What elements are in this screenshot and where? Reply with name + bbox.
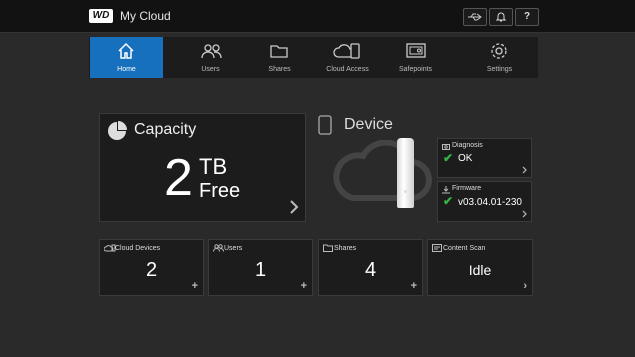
shares-tile[interactable]: Shares 4 + — [318, 239, 423, 296]
device-led — [404, 190, 407, 193]
nav-shares[interactable]: Shares — [243, 37, 316, 78]
content-scan-tile[interactable]: Content Scan Idle › — [427, 239, 533, 296]
check-icon: ✔ — [443, 151, 454, 165]
top-bar: WD My Cloud ? — [0, 0, 635, 33]
pie-chart-icon — [108, 121, 127, 140]
add-cloud-device-button[interactable]: + — [192, 280, 198, 292]
users-title: Users — [224, 245, 243, 252]
device-title: Device — [344, 116, 393, 133]
wd-logo: WD — [89, 9, 113, 23]
capacity-unit: TB — [199, 154, 228, 179]
firmware-title: Firmware — [452, 185, 482, 192]
capacity-status: Free — [199, 180, 241, 202]
add-user-button[interactable]: + — [301, 280, 307, 292]
nav-home[interactable]: Home — [90, 37, 163, 78]
users-icon — [213, 244, 224, 252]
content-scan-chevron[interactable]: › — [523, 280, 527, 292]
folder-icon — [323, 244, 333, 252]
nav-users-label: Users — [201, 66, 220, 73]
cloud-devices-count: 2 — [145, 259, 158, 281]
cloud-device-icon — [333, 43, 360, 59]
capacity-title: Capacity — [134, 121, 197, 138]
cloud-devices-title: Cloud Devices — [115, 245, 161, 252]
capacity-value: 2 — [164, 149, 193, 207]
cloud-devices-tile[interactable]: Cloud Devices 2 + — [99, 239, 204, 296]
nav-safepoints[interactable]: Safepoints — [379, 37, 452, 78]
device-icon — [318, 115, 332, 135]
app-title: My Cloud — [120, 9, 171, 23]
main-nav: Home Users Shares Cloud Access Safepoint… — [89, 37, 538, 78]
nav-settings[interactable]: Settings — [463, 37, 536, 78]
chevron-right-icon[interactable] — [289, 199, 299, 215]
safe-icon — [406, 43, 426, 58]
firmware-card[interactable]: Firmware ✔ v03.04.01-230 — [437, 181, 532, 222]
camera-icon — [442, 144, 450, 150]
content-scan-title: Content Scan — [443, 245, 486, 252]
cloud-icon — [333, 140, 432, 201]
home-icon — [118, 42, 134, 59]
users-tile[interactable]: Users 1 + — [208, 239, 313, 296]
bell-icon — [495, 12, 507, 22]
diagnosis-value: OK — [458, 153, 473, 164]
chevron-right-icon[interactable] — [522, 210, 528, 218]
nav-cloud-access-label: Cloud Access — [326, 66, 369, 73]
usb-icon[interactable] — [463, 8, 487, 26]
help-button[interactable]: ? — [515, 8, 539, 26]
check-icon: ✔ — [443, 194, 454, 208]
nav-shares-label: Shares — [268, 66, 291, 73]
capacity-card[interactable]: Capacity 2 TB Free — [99, 113, 306, 222]
nav-home-label: Home — [117, 66, 136, 73]
notification-button[interactable] — [489, 8, 513, 26]
firmware-value: v03.04.01-230 — [458, 197, 522, 208]
device-image — [397, 138, 414, 208]
nav-settings-label: Settings — [486, 66, 513, 73]
chevron-right-icon[interactable] — [522, 166, 528, 174]
gear-icon — [491, 43, 507, 59]
users-icon — [201, 44, 222, 59]
content-scan-icon — [432, 244, 442, 252]
users-count: 1 — [254, 259, 267, 281]
diagnosis-title: Diagnosis — [452, 142, 483, 149]
nav-safepoints-label: Safepoints — [398, 66, 433, 73]
diagnosis-card[interactable]: Diagnosis ✔ OK — [437, 138, 532, 178]
nav-users[interactable]: Users — [174, 37, 247, 78]
shares-title: Shares — [334, 245, 357, 252]
add-share-button[interactable]: + — [411, 280, 417, 292]
folder-icon — [270, 45, 288, 58]
download-icon — [442, 186, 450, 194]
shares-count: 4 — [364, 259, 377, 281]
nav-cloud-access[interactable]: Cloud Access — [311, 37, 384, 78]
content-scan-status: Idle — [468, 262, 492, 278]
